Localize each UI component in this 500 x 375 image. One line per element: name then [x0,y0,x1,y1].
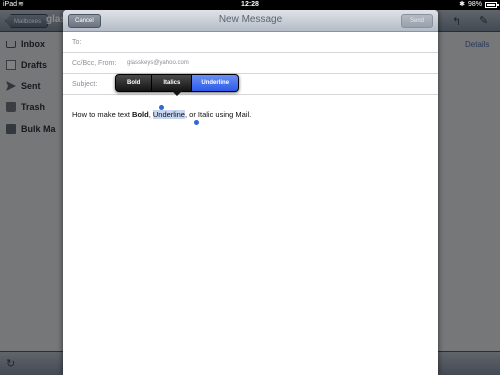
underline-button[interactable]: Underline [192,75,239,91]
body-text: How to make text [72,110,133,119]
body-text: , or Italic using Mail. [184,110,252,119]
selection-end-handle[interactable] [194,120,199,125]
compose-sheet: Cancel New Message Send To: Cc/Bcc, From… [63,10,438,375]
send-button[interactable]: Send [400,14,433,28]
message-body[interactable]: How to make text Bold, Underline, or Ita… [72,110,251,119]
status-time: 12:28 [241,1,259,8]
cc-bcc-from-label: Cc/Bcc, From: [72,60,117,67]
selected-text[interactable]: Underline [152,110,185,119]
bluetooth-icon: ✱ [459,1,465,8]
battery-percent: 98% [467,1,482,8]
status-bar: iPad ≋ 12:28 ✱ 98% [0,0,500,10]
subject-label: Subject: [72,81,98,88]
battery-icon [485,2,499,8]
body-bold-word: Bold [132,110,149,119]
cc-bcc-from-field[interactable]: Cc/Bcc, From: glasskeys@yahoo.com [63,53,438,74]
italics-button[interactable]: Italics [152,75,193,91]
bold-button[interactable]: Bold [116,75,153,91]
compose-navbar: Cancel New Message Send [63,10,438,32]
ipad-screen: iPad ≋ 12:28 ✱ 98% Mailboxes glas ↰ ✎ De… [0,0,500,375]
to-label: To: [72,39,82,46]
format-menu-arrow [172,91,182,96]
to-field[interactable]: To: [63,32,438,53]
selection-start-handle[interactable] [159,105,164,110]
format-menu: Bold Italics Underline [115,74,240,96]
status-right: ✱ 98% [459,0,499,10]
compose-title: New Message [218,14,283,25]
from-address: glasskeys@yahoo.com [127,60,189,66]
